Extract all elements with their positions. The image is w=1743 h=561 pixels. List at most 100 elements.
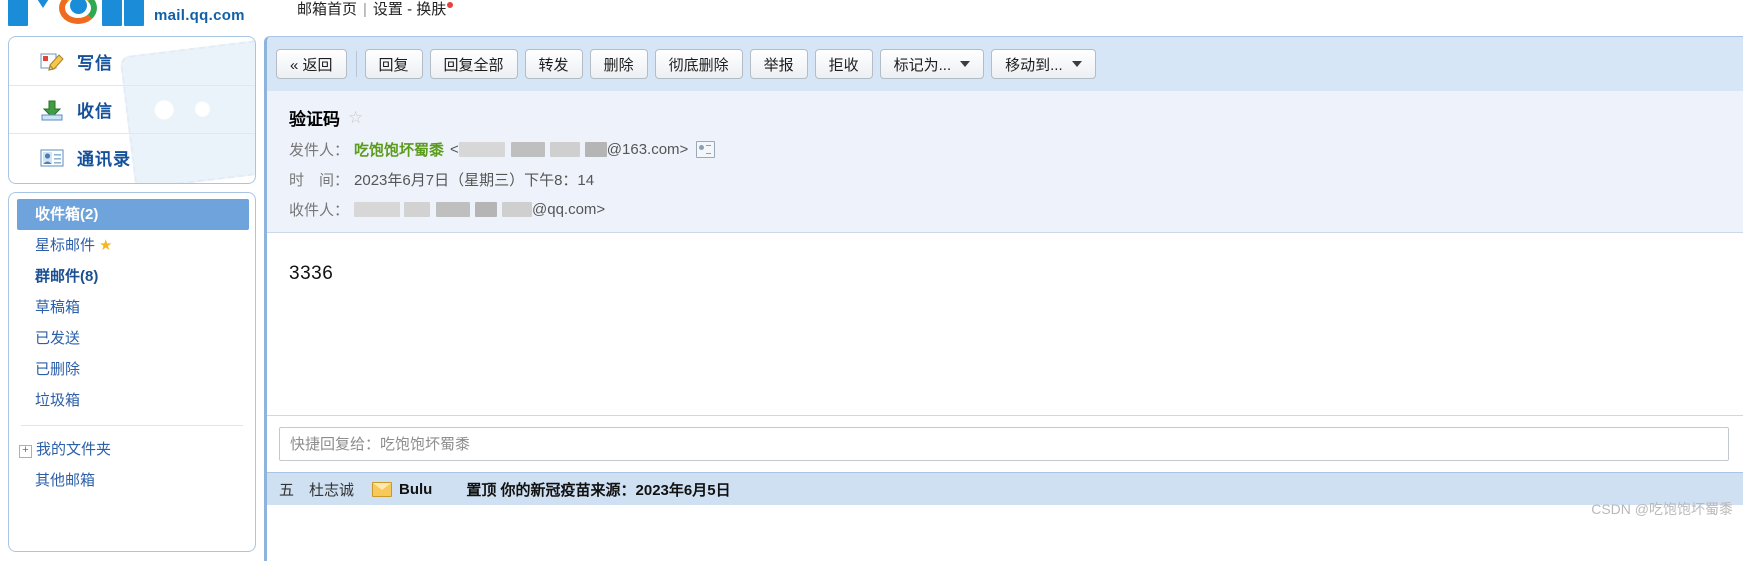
mail-time-value: 2023年6月7日（星期三）下午8：14 xyxy=(354,172,595,189)
sidebar-folder-panel: 收件箱(2) 星标邮件 ★ 群邮件(8) 草稿箱 已发送 已删除 垃圾箱 + 我… xyxy=(8,192,256,552)
nav-settings[interactable]: 设置 xyxy=(373,1,403,18)
expand-plus-icon[interactable]: + xyxy=(19,445,32,458)
qq-mail-logo[interactable]: mail.qq.com xyxy=(8,0,245,26)
mail-subject-text: 验证码 xyxy=(289,110,340,129)
sidebar-other-mailbox[interactable]: 其他邮箱 xyxy=(9,465,255,496)
sidebar-compose-button[interactable]: 写信 xyxy=(9,37,255,85)
mail-from-name[interactable]: 吃饱饱坏蜀黍 xyxy=(354,139,444,160)
receive-icon xyxy=(39,98,65,122)
sidebar-my-folder[interactable]: + 我的文件夹 xyxy=(9,434,255,465)
sidebar-folder-trash-label: 垃圾箱 xyxy=(35,392,81,409)
next-mail-sender: Bulu xyxy=(399,480,433,498)
sidebar-other-mailbox-label: 其他邮箱 xyxy=(35,472,96,489)
mark-as-label: 标记为... xyxy=(893,56,952,74)
mail-to-row: 收件人： @qq.com> xyxy=(289,199,1743,220)
sidebar-contacts-button[interactable]: 通讯录 xyxy=(9,133,255,181)
top-bar: mail.qq.com 邮箱首页 | 设置 - 换肤 xyxy=(0,0,1743,26)
redacted-block xyxy=(436,202,471,217)
mail-reading-panel: « 返回 回复 回复全部 转发 删除 彻底删除 举报 拒收 标记为... 移动到… xyxy=(264,36,1743,561)
qq-mail-window: mail.qq.com 邮箱首页 | 设置 - 换肤 写信 收信 通讯录 收件箱… xyxy=(0,0,1743,561)
quick-reply-input[interactable] xyxy=(279,427,1729,461)
redacted-block xyxy=(549,142,580,157)
sidebar-folder-starred[interactable]: 星标邮件 ★ xyxy=(9,230,255,261)
mail-body: 3336 xyxy=(267,233,1743,415)
sidebar-folder-starred-label: 星标邮件 xyxy=(35,237,96,254)
sidebar: 写信 收信 通讯录 收件箱(2) 星标邮件 ★ 群邮件(8) 草稿箱 已发送 已… xyxy=(8,36,256,561)
nav-dash: - xyxy=(407,1,413,18)
nav-mail-home[interactable]: 邮箱首页 xyxy=(297,1,357,18)
contact-card-icon[interactable] xyxy=(696,141,716,158)
mail-from-label: 发件人： xyxy=(289,142,350,159)
mail-to-label: 收件人： xyxy=(289,202,350,219)
delete-forever-button[interactable]: 彻底删除 xyxy=(654,49,743,79)
redacted-block xyxy=(458,142,505,157)
mail-time-label: 时 间： xyxy=(289,172,350,189)
sidebar-folder-drafts-label: 草稿箱 xyxy=(35,299,81,316)
sidebar-folder-group-mail[interactable]: 群邮件(8) xyxy=(9,261,255,292)
sidebar-compose-label: 写信 xyxy=(77,53,113,73)
mail-from-row: 发件人： 吃饱饱坏蜀黍 < @163.com> xyxy=(289,139,1743,160)
logo-mark xyxy=(8,0,144,26)
sidebar-folder-drafts[interactable]: 草稿箱 xyxy=(9,292,255,323)
forward-button[interactable]: 转发 xyxy=(524,49,583,79)
mark-as-button[interactable]: 标记为... xyxy=(879,49,985,79)
chevron-down-icon xyxy=(960,61,971,67)
contacts-icon xyxy=(39,146,65,170)
logo-letter-m-left xyxy=(8,0,28,26)
sidebar-receive-label: 收信 xyxy=(77,102,113,121)
move-to-button[interactable]: 移动到... xyxy=(991,49,1096,79)
sidebar-folder-inbox[interactable]: 收件箱(2) xyxy=(17,199,249,230)
redacted-block xyxy=(584,142,607,157)
sidebar-my-folder-label: 我的文件夹 xyxy=(36,441,112,458)
next-mail-subject: 置顶 你的新冠疫苗来源：2023年6月5日 xyxy=(466,481,731,499)
reject-button[interactable]: 拒收 xyxy=(814,49,873,79)
sidebar-folder-group-mail-label: 群邮件(8) xyxy=(35,268,99,285)
redacted-block xyxy=(404,202,431,217)
logo-domain-text: mail.qq.com xyxy=(154,7,245,24)
mail-from-bracket-open: < xyxy=(450,141,459,158)
move-to-label: 移动到... xyxy=(1005,56,1063,74)
star-outline-icon[interactable]: ☆ xyxy=(348,108,363,128)
next-mail-preview-row[interactable]: 五 杜志诚 Bulu 置顶 你的新冠疫苗来源：2023年6月5日 xyxy=(267,472,1743,505)
sidebar-folder-trash[interactable]: 垃圾箱 xyxy=(9,385,255,416)
toolbar-separator xyxy=(355,51,357,77)
sidebar-contacts-label: 通讯录 xyxy=(77,150,131,169)
logo-letter-l xyxy=(124,0,144,26)
sidebar-folder-sent-label: 已发送 xyxy=(35,330,81,347)
compose-icon xyxy=(39,49,65,73)
star-icon: ★ xyxy=(99,237,113,254)
nav-separator: | xyxy=(363,1,367,18)
report-button[interactable]: 举报 xyxy=(749,49,808,79)
redacted-block xyxy=(475,202,498,217)
mail-header: 验证码 ☆ 发件人： 吃饱饱坏蜀黍 < @163.com> 时 间： 2023年… xyxy=(267,91,1743,233)
logo-letter-i xyxy=(102,0,122,26)
envelope-icon xyxy=(372,481,393,497)
mail-body-text: 3336 xyxy=(289,263,334,284)
back-button[interactable]: « 返回 xyxy=(276,49,347,79)
sidebar-folder-deleted-label: 已删除 xyxy=(35,361,81,378)
reply-all-button[interactable]: 回复全部 xyxy=(429,49,518,79)
sidebar-receive-button[interactable]: 收信 xyxy=(9,85,255,133)
reply-button[interactable]: 回复 xyxy=(364,49,423,79)
logo-globe-icon xyxy=(59,0,99,26)
quick-reply-area xyxy=(267,415,1743,472)
sidebar-folder-deleted[interactable]: 已删除 xyxy=(9,354,255,385)
sidebar-folder-sent[interactable]: 已发送 xyxy=(9,323,255,354)
next-mail-date: 五 杜志诚 xyxy=(279,481,355,499)
nav-skin[interactable]: 换肤 xyxy=(416,1,446,18)
chevron-down-icon xyxy=(1071,61,1082,67)
sidebar-action-panel: 写信 收信 通讯录 xyxy=(8,36,256,184)
delete-button[interactable]: 删除 xyxy=(589,49,648,79)
redacted-block xyxy=(354,202,401,217)
mail-to-domain: @qq.com> xyxy=(532,201,606,218)
mail-time-row: 时 间： 2023年6月7日（星期三）下午8：14 xyxy=(289,169,1743,190)
redacted-block xyxy=(510,142,545,157)
mail-from-domain: @163.com> xyxy=(606,141,689,158)
top-navigation: 邮箱首页 | 设置 - 换肤 xyxy=(297,0,454,19)
logo-letter-m-middle xyxy=(30,0,56,8)
skin-new-dot-icon xyxy=(447,2,454,8)
sidebar-divider xyxy=(21,425,243,426)
sidebar-folder-inbox-label: 收件箱(2) xyxy=(35,206,99,223)
redacted-block xyxy=(502,202,533,217)
watermark: CSDN @吃饱饱坏蜀黍 xyxy=(1591,501,1733,517)
